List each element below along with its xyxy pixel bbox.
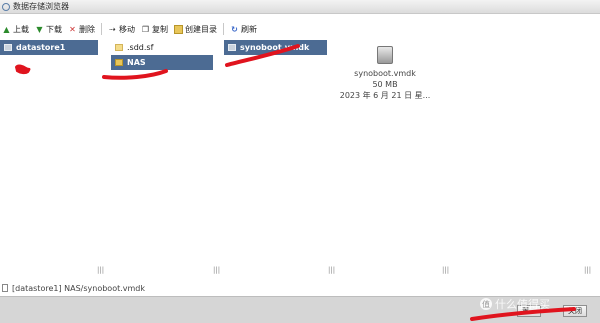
toolbar: ▲ 上载 ▼ 下载 ✕ 删除 ⇢ 移动 ❐ 复制 创建目录 ↻ 刷新: [0, 20, 600, 38]
watermark-text: 什么值得买: [495, 298, 550, 311]
folder-icon: [115, 59, 123, 66]
create-folder-button[interactable]: 创建目录: [174, 24, 217, 35]
file-icon: [2, 284, 8, 292]
file-label: synoboot.vmdk: [240, 43, 310, 52]
refresh-icon: ↻: [231, 24, 238, 34]
toolbar-separator: [101, 23, 102, 35]
file-item-synoboot-vmdk[interactable]: synoboot.vmdk: [224, 40, 327, 55]
column-resize-handle[interactable]: |||: [213, 266, 220, 274]
annotation-dot: [14, 64, 31, 75]
preview-file-date: 2023 年 6 月 21 日 星...: [339, 91, 431, 100]
file-preview: synoboot.vmdk 50 MB 2023 年 6 月 21 日 星...: [330, 46, 440, 101]
delete-button[interactable]: ✕ 删除: [68, 24, 95, 35]
copy-icon: ❐: [141, 24, 150, 34]
vmdk-file-icon: [228, 44, 236, 51]
disk-file-icon: [377, 46, 393, 64]
download-button[interactable]: ▼ 下载: [35, 24, 62, 35]
upload-button[interactable]: ▲ 上载: [2, 24, 29, 35]
folder-icon: [174, 24, 183, 34]
folder-item-nas[interactable]: NAS: [111, 55, 213, 70]
path-bar: [datastore1] NAS/synoboot.vmdk: [0, 281, 600, 295]
watermark-badge: 值: [480, 298, 492, 310]
move-icon: ⇢: [109, 24, 116, 34]
delete-icon: ✕: [69, 24, 76, 34]
column-resize-handle[interactable]: |||: [97, 266, 104, 274]
folder-label: .sdd.sf: [127, 43, 154, 52]
window-title: 数据存储浏览器: [13, 2, 69, 11]
download-label: 下载: [46, 24, 62, 34]
move-button[interactable]: ⇢ 移动: [108, 24, 135, 35]
window-titlebar: 数据存储浏览器: [0, 0, 600, 14]
folder-label: NAS: [127, 58, 146, 67]
column-resize-handle[interactable]: |||: [328, 266, 335, 274]
datastore-icon: [4, 44, 12, 51]
current-path: [datastore1] NAS/synoboot.vmdk: [12, 283, 146, 293]
toolbar-separator: [223, 23, 224, 35]
delete-label: 删除: [79, 24, 95, 34]
preview-file-size: 50 MB: [372, 80, 398, 89]
folder-icon: [115, 44, 123, 51]
datastore-label: datastore1: [16, 43, 66, 52]
folder-item-sdd-sf[interactable]: .sdd.sf: [111, 40, 213, 55]
datastore-item-datastore1[interactable]: datastore1: [0, 40, 98, 55]
upload-label: 上载: [13, 24, 29, 34]
upload-icon: ▲: [3, 24, 10, 34]
move-label: 移动: [119, 24, 135, 34]
app-icon: [2, 2, 10, 11]
download-icon: ▼: [36, 24, 43, 34]
refresh-label: 刷新: [241, 24, 257, 34]
close-button[interactable]: 关闭: [563, 305, 587, 317]
preview-file-name: synoboot.vmdk: [354, 69, 416, 78]
annotation-underline-nas: [102, 69, 168, 80]
refresh-button[interactable]: ↻ 刷新: [230, 24, 257, 35]
watermark: 值 什么值得买: [480, 296, 550, 312]
create-folder-label: 创建目录: [185, 24, 217, 34]
copy-button[interactable]: ❐ 复制: [141, 24, 168, 35]
copy-label: 复制: [152, 24, 168, 34]
column-resize-handle[interactable]: |||: [442, 266, 449, 274]
column-resize-handle[interactable]: |||: [584, 266, 591, 274]
